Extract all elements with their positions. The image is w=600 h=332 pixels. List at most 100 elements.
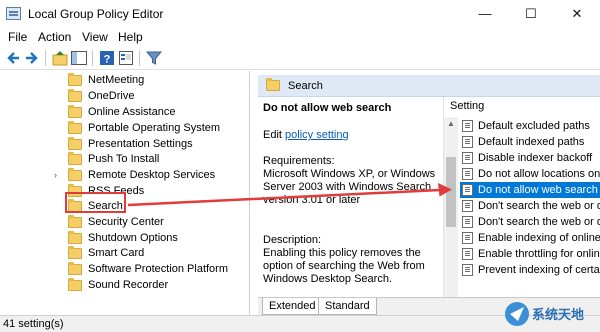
setting-row-label: Default indexed paths (478, 136, 585, 148)
setting-row-label: Enable indexing of online c (478, 232, 600, 244)
policy-setting-icon (462, 216, 473, 228)
annotation-highlight-box (65, 192, 126, 213)
policy-setting-link[interactable]: policy setting (285, 129, 349, 141)
filter-icon[interactable] (146, 50, 162, 66)
folder-icon (68, 262, 82, 275)
policy-setting-icon (462, 248, 473, 260)
show-hide-tree-icon[interactable] (71, 50, 87, 66)
tree-item-label: OneDrive (88, 90, 135, 102)
status-text: 41 setting(s) (3, 318, 64, 330)
setting-row-label: Default excluded paths (478, 120, 590, 132)
title-bar: Local Group Policy Editor — ☐ ✕ (0, 0, 600, 28)
watermark-logo: 系统天地 (505, 302, 584, 326)
folder-icon (68, 152, 82, 165)
vertical-scrollbar[interactable]: ▲ (444, 117, 458, 297)
minimize-button[interactable]: — (462, 0, 508, 28)
close-button[interactable]: ✕ (554, 0, 600, 28)
detail-header: Search (258, 75, 600, 97)
policy-setting-icon (462, 152, 473, 164)
watermark-text: 系统天地 (532, 307, 584, 323)
folder-icon (68, 246, 82, 259)
toolbar-separator (45, 50, 46, 66)
folder-icon (68, 121, 82, 134)
setting-row[interactable]: Default indexed paths (460, 134, 600, 150)
requirements-text: Microsoft Windows XP, or Windows Server … (263, 168, 436, 206)
policy-title: Do not allow web search (263, 102, 392, 114)
setting-row[interactable]: Disable indexer backoff (460, 150, 600, 166)
setting-row[interactable]: Prevent indexing of certair (460, 262, 600, 278)
help-icon[interactable]: ? (99, 50, 115, 66)
folder-icon (266, 78, 280, 91)
properties-icon[interactable] (118, 50, 134, 66)
folder-icon (68, 89, 82, 102)
scroll-thumb[interactable] (446, 157, 456, 227)
tree-item-label: Sound Recorder (88, 279, 169, 291)
setting-row[interactable]: Enable indexing of online c (460, 230, 600, 246)
settings-list[interactable]: Setting ▲ Default excluded paths Default… (443, 97, 600, 297)
svg-text:?: ? (104, 54, 111, 66)
tree-item-label: Portable Operating System (88, 122, 221, 134)
tree-item-label: NetMeeting (88, 74, 145, 86)
folder-icon (68, 168, 82, 181)
menu-help[interactable]: Help (118, 30, 143, 44)
policy-setting-icon (462, 232, 473, 244)
setting-row-label: Disable indexer backoff (478, 152, 593, 164)
setting-row[interactable]: Enable throttling for online (460, 246, 600, 262)
back-arrow-icon[interactable] (5, 50, 21, 66)
folder-icon (68, 278, 82, 291)
setting-row-label: Do not allow locations on (478, 168, 600, 180)
setting-row-label: Prevent indexing of certair (478, 264, 600, 276)
scroll-up-arrow-icon[interactable]: ▲ (447, 119, 455, 128)
column-header-setting[interactable]: Setting (444, 97, 600, 117)
toolbar: ? (0, 46, 600, 70)
detail-header-title: Search (288, 80, 323, 92)
setting-row[interactable]: Don't search the web or di (460, 214, 600, 230)
tree-item-label: Presentation Settings (88, 138, 193, 150)
tree-item-label: Smart Card (88, 247, 145, 259)
expand-chevron-icon[interactable]: › (54, 171, 62, 180)
policy-setting-icon (462, 184, 473, 196)
folder-icon (68, 73, 82, 86)
folder-icon (68, 231, 82, 244)
toolbar-separator (92, 50, 93, 66)
description-pane: Do not allow web search Edit policy sett… (258, 97, 443, 297)
policy-setting-icon (462, 168, 473, 180)
tree-item-label: Remote Desktop Services (88, 169, 216, 181)
edit-prefix: Edit (263, 129, 286, 141)
setting-row-selected[interactable]: Do not allow web search (460, 182, 600, 198)
setting-row-label: Don't search the web or di (478, 216, 600, 228)
setting-row[interactable]: Do not allow locations on (460, 166, 600, 182)
maximize-button[interactable]: ☐ (508, 0, 554, 28)
tree-item-label: Shutdown Options (88, 232, 178, 244)
setting-row-label: Enable throttling for online (478, 248, 600, 260)
edit-policy-line: Edit policy setting (263, 129, 438, 142)
setting-row[interactable]: Don't search the web or di (460, 198, 600, 214)
menu-bar: File Action View Help (0, 28, 600, 46)
tree-item-label: Online Assistance (88, 106, 176, 118)
policy-editor-icon (6, 7, 21, 20)
menu-view[interactable]: View (82, 30, 108, 44)
menu-action[interactable]: Action (38, 30, 71, 44)
policy-setting-icon (462, 120, 473, 132)
description-label: Description: (263, 234, 322, 246)
tree-item-label: Security Center (88, 216, 164, 228)
tree-item-label: Software Protection Platform (88, 263, 229, 275)
toolbar-separator (139, 50, 140, 66)
tab-extended[interactable]: Extended (262, 298, 323, 315)
window-title: Local Group Policy Editor (28, 7, 164, 21)
folder-icon (68, 105, 82, 118)
folder-icon (68, 215, 82, 228)
setting-row[interactable]: Default excluded paths (460, 118, 600, 134)
description-text: Enabling this policy removes the option … (263, 247, 425, 285)
policy-setting-icon (462, 200, 473, 212)
policy-setting-icon (462, 136, 473, 148)
up-folder-icon[interactable] (52, 50, 68, 66)
tree-item-label: Push To Install (88, 153, 160, 165)
policy-setting-icon (462, 264, 473, 276)
forward-arrow-icon[interactable] (24, 50, 40, 66)
setting-row-label: Do not allow web search (478, 184, 598, 196)
folder-icon (68, 137, 82, 150)
menu-file[interactable]: File (8, 30, 27, 44)
tab-standard[interactable]: Standard (318, 298, 377, 315)
requirements-label: Requirements: (263, 155, 335, 167)
